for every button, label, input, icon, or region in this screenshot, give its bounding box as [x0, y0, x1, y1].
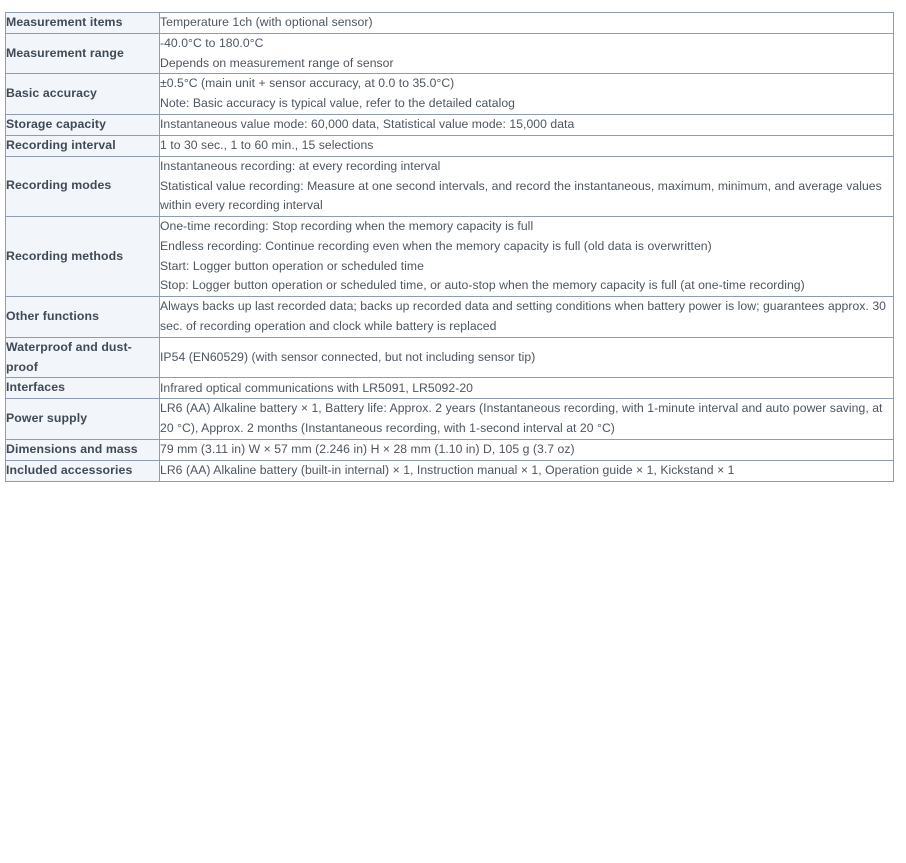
spec-value-line: Stop: Logger button operation or schedul…	[160, 278, 805, 293]
spec-value-line: Infrared optical communications with LR5…	[160, 380, 473, 395]
spec-value-cell: Infrared optical communications with LR5…	[159, 377, 894, 400]
spec-label-cell: Recording methods	[5, 216, 160, 298]
table-row: Storage capacity Instantaneous value mode…	[5, 114, 894, 136]
spec-label-cell: Measurement items	[5, 12, 160, 34]
spec-value-cell: Instantaneous recording: at every record…	[159, 156, 894, 218]
table-row: Measurement items Temperature 1ch (with o…	[5, 12, 894, 34]
spec-value-line: Instantaneous value mode: 60,000 data, S…	[160, 117, 575, 132]
spec-value-cell: IP54 (EN60529) (with sensor connected, b…	[159, 337, 894, 379]
table-row: Recording methods One-time recording: Sto…	[5, 216, 894, 298]
spec-label-cell: Recording interval	[5, 135, 160, 157]
spec-value-line: Instantaneous recording: at every record…	[160, 158, 441, 173]
spec-label-cell: Measurement range	[5, 33, 160, 75]
table-row: Waterproof and dust-proof IP54 (EN60529) …	[5, 337, 894, 379]
spec-value-line: LR6 (AA) Alkaline battery × 1, Battery l…	[160, 401, 883, 436]
table-row: Recording modes Instantaneous recording: …	[5, 156, 894, 218]
spec-value-line: Endless recording: Continue recording ev…	[160, 238, 712, 253]
spec-value-line: Always backs up last recorded data; back…	[160, 299, 886, 333]
specification-table-container: Measurement items Temperature 1ch (with o…	[0, 0, 906, 482]
spec-label-cell: Interfaces	[5, 377, 160, 400]
spec-value-line: IP54 (EN60529) (with sensor connected, b…	[160, 349, 536, 364]
spec-value-cell: LR6 (AA) Alkaline battery (built-in inte…	[159, 460, 894, 482]
spec-value-line: ±0.5°C (main unit + sensor accuracy, at …	[160, 76, 455, 91]
table-row: Included accessories LR6 (AA) Alkaline ba…	[5, 460, 894, 482]
spec-label-cell: Dimensions and mass	[5, 439, 160, 461]
spec-value-line: -40.0°C to 180.0°C	[160, 35, 264, 50]
specification-table-body: Measurement items Temperature 1ch (with o…	[5, 12, 894, 482]
spec-value-cell: ±0.5°C (main unit + sensor accuracy, at …	[159, 73, 894, 115]
spec-value-cell: 1 to 30 sec., 1 to 60 min., 15 selection…	[159, 135, 894, 157]
table-row: Power supply LR6 (AA) Alkaline battery × …	[5, 398, 894, 440]
table-row: Interfaces Infrared optical communication…	[5, 377, 894, 400]
spec-label-cell: Recording modes	[5, 156, 160, 218]
spec-value-line: 79 mm (3.11 in) W × 57 mm (2.246 in) H ×…	[160, 441, 575, 456]
spec-value-cell: -40.0°C to 180.0°C Depends on measurement…	[159, 33, 894, 75]
spec-value-cell: Temperature 1ch (with optional sensor)	[159, 12, 894, 34]
spec-value-line: Statistical value recording: Measure at …	[160, 178, 882, 213]
spec-value-cell: Always backs up last recorded data; back…	[159, 296, 894, 338]
spec-label-cell: Storage capacity	[5, 114, 160, 136]
spec-label-cell: Power supply	[5, 398, 160, 440]
spec-value-cell: Instantaneous value mode: 60,000 data, S…	[159, 114, 894, 136]
table-row: Other functions Always backs up last reco…	[5, 296, 894, 338]
spec-value-line: 1 to 30 sec., 1 to 60 min., 15 selection…	[160, 137, 374, 152]
table-row: Dimensions and mass 79 mm (3.11 in) W × 5…	[5, 439, 894, 461]
spec-label-cell: Waterproof and dust-proof	[5, 337, 160, 379]
spec-label-cell: Other functions	[5, 296, 160, 338]
spec-value-cell: LR6 (AA) Alkaline battery × 1, Battery l…	[159, 398, 894, 440]
table-row: Recording interval 1 to 30 sec., 1 to 60 …	[5, 135, 894, 157]
table-row: Measurement range -40.0°C to 180.0°C Depen…	[5, 33, 894, 75]
spec-value-line: Note: Basic accuracy is typical value, r…	[160, 96, 515, 111]
spec-value-line: One-time recording: Stop recording when …	[160, 219, 534, 234]
spec-value-line: Start: Logger button operation or schedu…	[160, 258, 424, 273]
spec-label-cell: Basic accuracy	[5, 73, 160, 115]
table-row: Basic accuracy ±0.5°C (main unit + sensor…	[5, 73, 894, 115]
spec-value-line: Depends on measurement range of sensor	[160, 55, 394, 70]
specification-table: Measurement items Temperature 1ch (with o…	[5, 12, 894, 482]
spec-label-cell: Included accessories	[5, 460, 160, 482]
spec-value-line: Temperature 1ch (with optional sensor)	[160, 15, 373, 30]
spec-value-line: LR6 (AA) Alkaline battery (built-in inte…	[160, 462, 735, 477]
spec-value-cell: 79 mm (3.11 in) W × 57 mm (2.246 in) H ×…	[159, 439, 894, 461]
spec-value-cell: One-time recording: Stop recording when …	[159, 216, 894, 298]
